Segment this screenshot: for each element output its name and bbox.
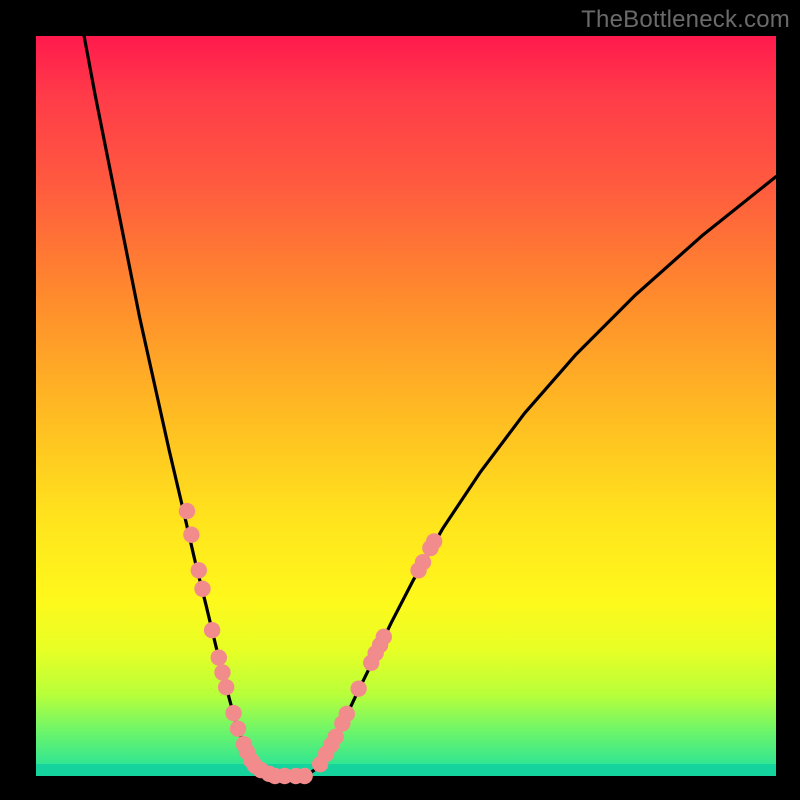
chart-frame [36, 36, 776, 776]
data-dot [339, 706, 355, 722]
data-dot [214, 664, 230, 680]
watermark-text: TheBottleneck.com [581, 6, 790, 34]
data-dot [191, 562, 207, 578]
data-dot [350, 680, 366, 696]
data-dot [225, 705, 241, 721]
data-dot [211, 649, 227, 665]
data-dot [230, 720, 246, 736]
data-dot [179, 503, 195, 519]
data-dot [296, 768, 312, 784]
curve-path [84, 36, 776, 776]
curve-line [84, 36, 776, 776]
data-dot [204, 622, 220, 638]
data-dot [218, 679, 234, 695]
chart-svg [36, 36, 776, 776]
data-dot [183, 527, 199, 543]
data-dot [426, 533, 442, 549]
data-dot [194, 581, 210, 597]
data-dot [415, 554, 431, 570]
data-dot [376, 629, 392, 645]
data-dots [179, 503, 443, 784]
